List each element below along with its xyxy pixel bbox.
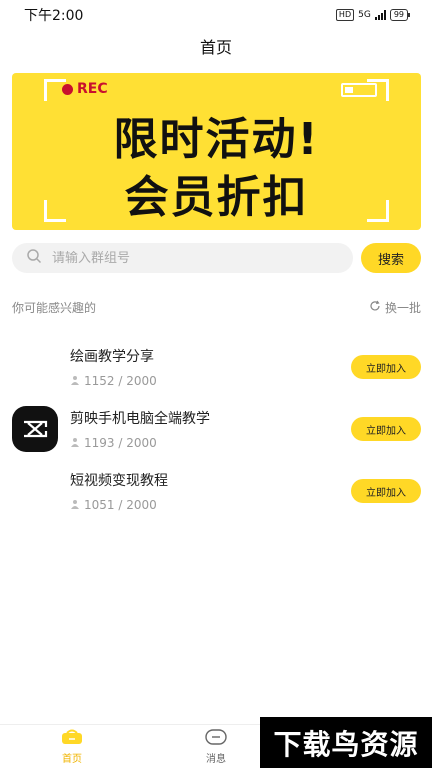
join-button[interactable]: 立即加入 — [351, 417, 421, 441]
refresh-label: 换一批 — [384, 301, 421, 315]
section-title: 你可能感兴趣的 — [12, 301, 97, 315]
avatar — [12, 344, 58, 390]
group-name: 绘画教学分享 — [70, 349, 154, 365]
refresh-icon — [369, 300, 381, 315]
group-info: 绘画教学分享 1152 / 2000 — [70, 346, 351, 388]
user-icon — [70, 436, 80, 450]
join-button[interactable]: 立即加入 — [351, 479, 421, 503]
status-icons: HD 5G 99 — [335, 9, 411, 21]
banner-headline: 限时活动! — [113, 114, 320, 165]
join-button[interactable]: 立即加入 — [351, 355, 421, 379]
rec-label: REC — [77, 81, 108, 97]
banner-subheadline: 会员折扣 — [124, 172, 309, 223]
page-title: 首页 — [199, 38, 232, 57]
search-input[interactable] — [52, 250, 322, 266]
capcut-logo-icon — [12, 406, 58, 452]
rec-indicator: REC — [62, 81, 108, 97]
tab-label: 消息 — [206, 753, 226, 765]
message-icon — [205, 728, 227, 748]
search-box[interactable] — [12, 243, 353, 273]
group-name: 剪映手机电脑全端教学 — [70, 411, 210, 427]
user-icon — [70, 498, 80, 512]
section-header: 你可能感兴趣的 换一批 — [12, 299, 421, 316]
avatar — [12, 468, 58, 514]
search-icon — [26, 248, 42, 268]
user-icon — [70, 374, 80, 388]
record-dot-icon — [62, 83, 73, 95]
hd-icon: HD — [335, 9, 355, 21]
search-row: 搜索 — [12, 242, 421, 274]
promo-banner[interactable]: REC 限时活动! 会员折扣 — [12, 73, 421, 230]
battery-icon — [341, 83, 377, 97]
member-count: 1152 / 2000 — [84, 374, 157, 388]
group-info: 短视频变现教程 1051 / 2000 — [70, 470, 351, 512]
search-button[interactable]: 搜索 — [361, 243, 421, 273]
group-list: 绘画教学分享 1152 / 2000 立即加入 剪映手机电脑全端教学 1193 … — [12, 336, 421, 522]
status-time: 下午2:00 — [24, 8, 84, 24]
refresh-button[interactable]: 换一批 — [369, 299, 421, 316]
battery-icon: 99 — [389, 9, 411, 21]
network-label: 5G — [358, 10, 371, 20]
tab-label: 首页 — [62, 753, 82, 765]
group-count: 1152 / 2000 — [70, 374, 351, 388]
member-count: 1051 / 2000 — [84, 498, 157, 512]
list-item[interactable]: 绘画教学分享 1152 / 2000 立即加入 — [12, 336, 421, 398]
tab-home[interactable]: 首页 — [0, 725, 144, 768]
group-info: 剪映手机电脑全端教学 1193 / 2000 — [70, 408, 351, 450]
group-count: 1051 / 2000 — [70, 498, 351, 512]
list-item[interactable]: 剪映手机电脑全端教学 1193 / 2000 立即加入 — [12, 398, 421, 460]
status-bar: 下午2:00 HD 5G 99 — [0, 0, 432, 30]
signal-icon — [374, 10, 386, 20]
group-name: 短视频变现教程 — [70, 473, 168, 489]
watermark-logo: 下载鸟资源 — [260, 717, 432, 768]
member-count: 1193 / 2000 — [84, 436, 157, 450]
home-icon — [61, 729, 83, 748]
group-count: 1193 / 2000 — [70, 436, 351, 450]
list-item[interactable]: 短视频变现教程 1051 / 2000 立即加入 — [12, 460, 421, 522]
